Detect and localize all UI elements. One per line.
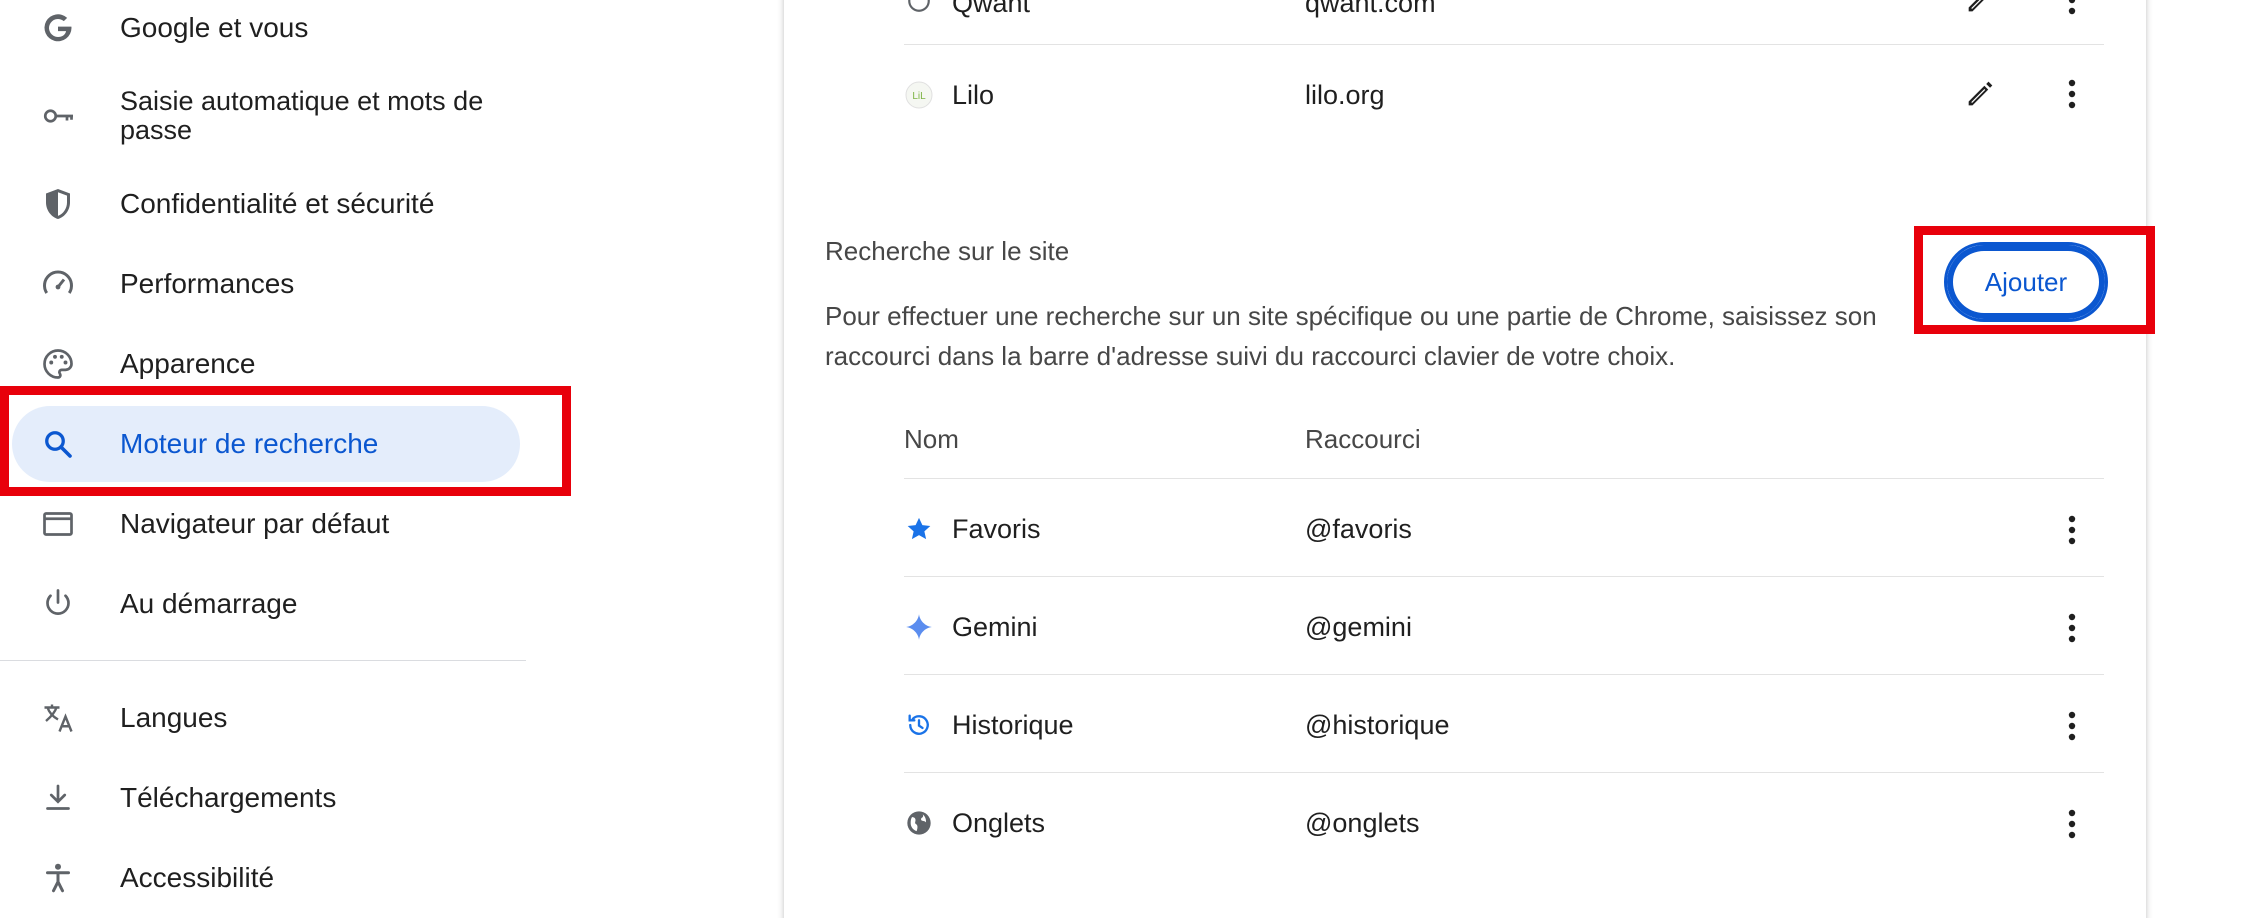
site-search-name: Historique	[952, 710, 1074, 740]
accessibility-icon	[40, 860, 76, 896]
palette-icon	[40, 346, 76, 382]
row-divider	[904, 44, 2104, 45]
sidebar-item-downloads[interactable]: Téléchargements	[0, 758, 560, 838]
speedometer-icon	[40, 266, 76, 302]
site-search-shortcut: @historique	[1305, 710, 1450, 740]
row-divider	[904, 478, 2104, 479]
site-search-shortcut: @gemini	[1305, 612, 1412, 642]
sidebar-item-label: Accessibilité	[120, 862, 275, 893]
row-divider	[904, 772, 2104, 773]
site-search-more-button[interactable]	[2052, 608, 2092, 648]
row-divider	[904, 674, 2104, 675]
site-search-name: Gemini	[952, 612, 1038, 642]
sidebar-item-appearance[interactable]: Apparence	[0, 324, 560, 404]
sidebar-item-label: Confidentialité et sécurité	[120, 188, 435, 219]
browser-window-icon	[40, 506, 76, 542]
sidebar-item-label: Apparence	[120, 348, 256, 379]
history-icon	[904, 710, 934, 740]
sidebar-item-label: Performances	[120, 268, 295, 299]
google-g-icon	[40, 10, 76, 46]
site-search-more-button[interactable]	[2052, 804, 2092, 844]
site-search-title: Recherche sur le site	[825, 236, 1070, 266]
site-search-more-button[interactable]	[2052, 706, 2092, 746]
sidebar-item-default-browser[interactable]: Navigateur par défaut	[0, 484, 560, 564]
sidebar-divider	[0, 660, 526, 661]
column-header-shortcut: Raccourci	[1305, 424, 1421, 454]
shield-icon	[40, 186, 76, 222]
engine-name: Qwant	[952, 0, 1031, 18]
engine-shortcut: lilo.org	[1305, 80, 1385, 110]
download-icon	[40, 780, 76, 816]
edit-engine-button[interactable]	[1960, 74, 2000, 114]
pencil-icon	[1968, 81, 1993, 106]
more-vert-icon	[2068, 0, 2076, 15]
site-search-description: Pour effectuer une recherche sur un site…	[825, 301, 1877, 371]
sidebar-item-label: Moteur de recherche	[120, 428, 379, 459]
site-search-shortcut: @favoris	[1305, 514, 1412, 544]
sidebar-item-google[interactable]: Google et vous	[0, 0, 560, 68]
more-vert-icon	[2068, 79, 2076, 109]
search-icon	[40, 426, 76, 462]
site-search-name: Onglets	[952, 808, 1046, 838]
engine-more-button[interactable]	[2052, 74, 2092, 114]
sidebar-item-languages[interactable]: Langues	[0, 678, 560, 758]
sidebar-item-accessibility[interactable]: Accessibilité	[0, 838, 560, 918]
sidebar-item-label: Langues	[120, 702, 228, 733]
sidebar-item-label: Saisie automatique et mots de passe	[120, 86, 484, 145]
sidebar-item-label: Google et vous	[120, 12, 309, 43]
edit-engine-button[interactable]	[1960, 0, 2000, 20]
star-icon	[904, 514, 934, 544]
gemini-sparkle-icon	[904, 612, 934, 642]
pencil-icon	[1968, 0, 1984, 12]
row-divider	[904, 576, 2104, 577]
more-vert-icon	[2068, 711, 2076, 741]
site-search-shortcut: @onglets	[1305, 808, 1420, 838]
sidebar-item-performance[interactable]: Performances	[0, 244, 560, 324]
settings-sidebar: Google et vous Saisie automatique et mot…	[0, 0, 560, 918]
add-site-search-button[interactable]: Ajouter	[1944, 242, 2108, 322]
sidebar-item-startup[interactable]: Au démarrage	[0, 564, 560, 644]
engine-more-button[interactable]	[2052, 0, 2092, 20]
sidebar-item-label: Téléchargements	[120, 782, 337, 813]
column-header-name: Nom	[904, 424, 959, 454]
key-icon	[40, 98, 76, 134]
sidebar-item-label: Navigateur par défaut	[120, 508, 390, 539]
site-search-name: Favoris	[952, 514, 1041, 544]
sidebar-item-label: Au démarrage	[120, 588, 298, 619]
power-icon	[40, 586, 76, 622]
more-vert-icon	[2068, 809, 2076, 839]
globe-icon	[904, 808, 934, 838]
sidebar-item-search-engine[interactable]: Moteur de recherche	[0, 404, 560, 484]
engine-name: Lilo	[952, 80, 995, 110]
more-vert-icon	[2068, 515, 2076, 545]
search-engine-card	[784, 0, 2146, 918]
lilo-icon: LiL	[904, 80, 934, 110]
qwant-icon	[904, 0, 934, 16]
svg-text:LiL: LiL	[912, 91, 926, 102]
more-vert-icon	[2068, 613, 2076, 643]
site-search-more-button[interactable]	[2052, 510, 2092, 550]
engine-shortcut: qwant.com	[1305, 0, 1436, 18]
sidebar-item-privacy[interactable]: Confidentialité et sécurité	[0, 164, 560, 244]
sidebar-item-autofill[interactable]: Saisie automatique et mots de passe	[0, 76, 560, 156]
translate-icon	[40, 700, 76, 736]
